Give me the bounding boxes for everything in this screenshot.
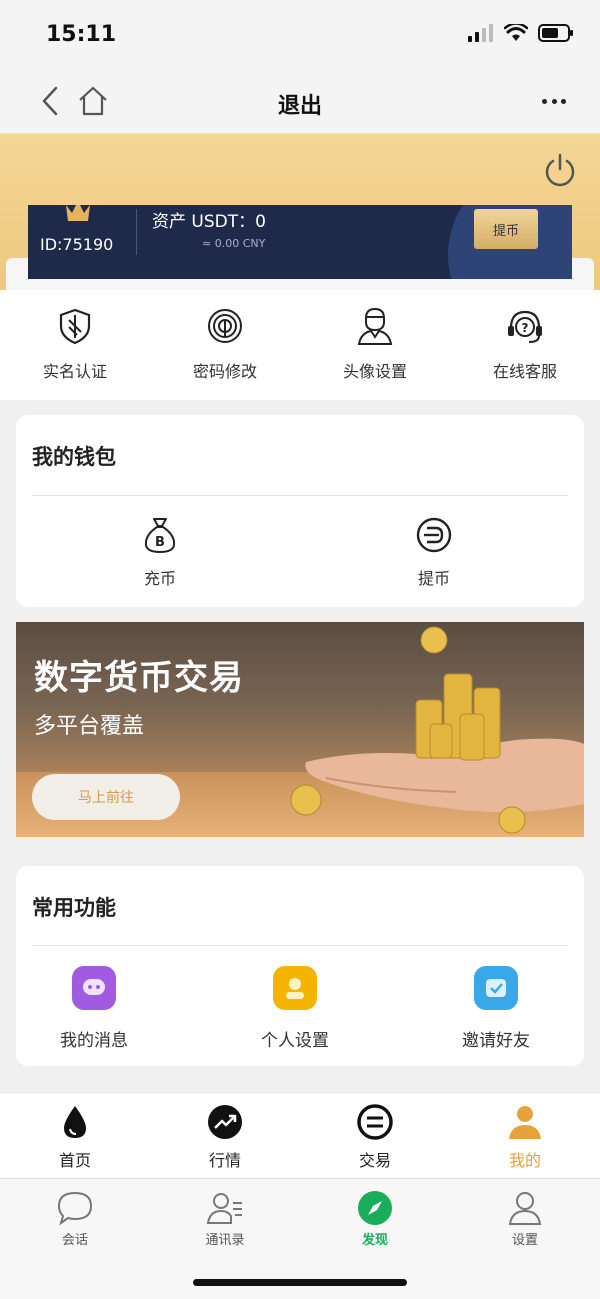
common-features-card: 常用功能 我的消息 个人设置 邀请好友: [16, 866, 584, 1066]
divider: [32, 945, 568, 946]
quick-actions: 实名认证 密码修改 头像设置 ? 在线客服: [0, 290, 600, 400]
tab-settings[interactable]: 设置: [450, 1179, 600, 1299]
quick-action-avatar[interactable]: 头像设置: [300, 290, 450, 400]
tab-label: 设置: [511, 1233, 538, 1248]
account-card: ID:75190 资产 USDT：0 ≈ 0.00 CNY 提币: [28, 205, 572, 279]
personal-settings-button[interactable]: 个人设置: [261, 966, 329, 1051]
withdraw-button[interactable]: 提币: [474, 209, 538, 249]
quick-action-label: 密码修改: [192, 362, 257, 381]
quick-action-support[interactable]: ? 在线客服: [450, 290, 600, 400]
deposit-button[interactable]: B 充币: [140, 515, 180, 589]
banner-title: 数字货币交易: [34, 658, 244, 698]
tab-label: 我的: [508, 1151, 541, 1170]
app-tab-bar: 首页 行情 交易 我的: [0, 1092, 600, 1178]
status-bar: 15:11: [0, 0, 600, 70]
drop-icon: [64, 1106, 86, 1138]
signal-icon: [468, 24, 493, 42]
home-indicator[interactable]: [193, 1279, 407, 1286]
battery-icon: [538, 24, 573, 42]
withdraw-coin-label: 提币: [417, 569, 450, 588]
tab-label: 通讯录: [205, 1233, 245, 1248]
deposit-label: 充币: [143, 569, 176, 588]
svg-text:B: B: [155, 535, 165, 550]
wallet-title: 我的钱包: [32, 445, 116, 469]
feature-label: 我的消息: [60, 1031, 128, 1051]
message-icon: [72, 966, 116, 1010]
quick-action-verify[interactable]: 实名认证: [0, 290, 150, 400]
card-divider: [136, 209, 137, 255]
contacts-icon: [206, 1193, 242, 1224]
money-bag-icon: B: [144, 518, 176, 554]
account-header: ID:75190 资产 USDT：0 ≈ 0.00 CNY 提币: [0, 134, 600, 290]
svg-text:?: ?: [522, 321, 529, 335]
go-now-button[interactable]: 马上前往: [32, 774, 180, 820]
withdraw-coin-button[interactable]: 提币: [414, 515, 454, 589]
wallet-card: 我的钱包 B 充币 提币: [16, 415, 584, 607]
tab-chats[interactable]: 会话: [0, 1179, 150, 1299]
banner-subtitle: 多平台覆盖: [34, 714, 145, 739]
tab-label: 交易: [358, 1151, 391, 1170]
settings-person-icon: [508, 1192, 542, 1225]
quick-action-password[interactable]: 密码修改: [150, 290, 300, 400]
asset-balance: 资产 USDT：0: [152, 212, 266, 232]
quick-action-label: 头像设置: [342, 362, 407, 381]
person-icon: [357, 307, 393, 345]
status-time: 15:11: [46, 22, 117, 47]
feature-label: 邀请好友: [462, 1031, 530, 1051]
tab-trade[interactable]: 交易: [300, 1093, 450, 1178]
crown-icon: [66, 205, 90, 221]
status-icons: [468, 24, 574, 42]
tab-label: 行情: [208, 1151, 241, 1170]
page-title[interactable]: 退出: [0, 88, 600, 120]
features-title: 常用功能: [32, 896, 116, 920]
exchange-icon: [357, 1104, 393, 1140]
tab-home[interactable]: 首页: [0, 1093, 150, 1178]
tab-market[interactable]: 行情: [150, 1093, 300, 1178]
chat-icon: [57, 1191, 93, 1226]
wifi-icon: [504, 24, 528, 41]
nav-bar: 退出: [0, 70, 600, 134]
my-messages-button[interactable]: 我的消息: [60, 966, 128, 1051]
headset-icon: ?: [508, 310, 542, 343]
tab-label: 会话: [61, 1233, 88, 1248]
coins-in-hand-illustration: [290, 626, 584, 834]
tab-label: 发现: [361, 1233, 388, 1248]
promo-banner[interactable]: 数字货币交易 多平台覆盖 马上前往: [16, 622, 584, 837]
quick-action-label: 实名认证: [42, 362, 107, 381]
profile-icon: [273, 966, 317, 1010]
divider: [32, 495, 568, 496]
invite-icon: [474, 966, 518, 1010]
quick-action-label: 在线客服: [492, 362, 557, 381]
trend-icon: [208, 1105, 242, 1139]
more-icon[interactable]: [542, 84, 566, 118]
tab-label: 首页: [58, 1151, 91, 1170]
power-icon[interactable]: [542, 152, 578, 188]
user-id: ID:75190: [40, 235, 114, 254]
invite-friends-button[interactable]: 邀请好友: [462, 966, 530, 1051]
coin-withdraw-icon: [416, 517, 452, 553]
compass-icon: [358, 1191, 392, 1225]
feature-label: 个人设置: [261, 1031, 329, 1051]
user-icon: [509, 1106, 541, 1139]
fingerprint-icon: [208, 309, 242, 343]
tab-mine[interactable]: 我的: [450, 1093, 600, 1178]
shield-icon: [59, 308, 91, 345]
asset-cny: ≈ 0.00 CNY: [202, 237, 266, 250]
